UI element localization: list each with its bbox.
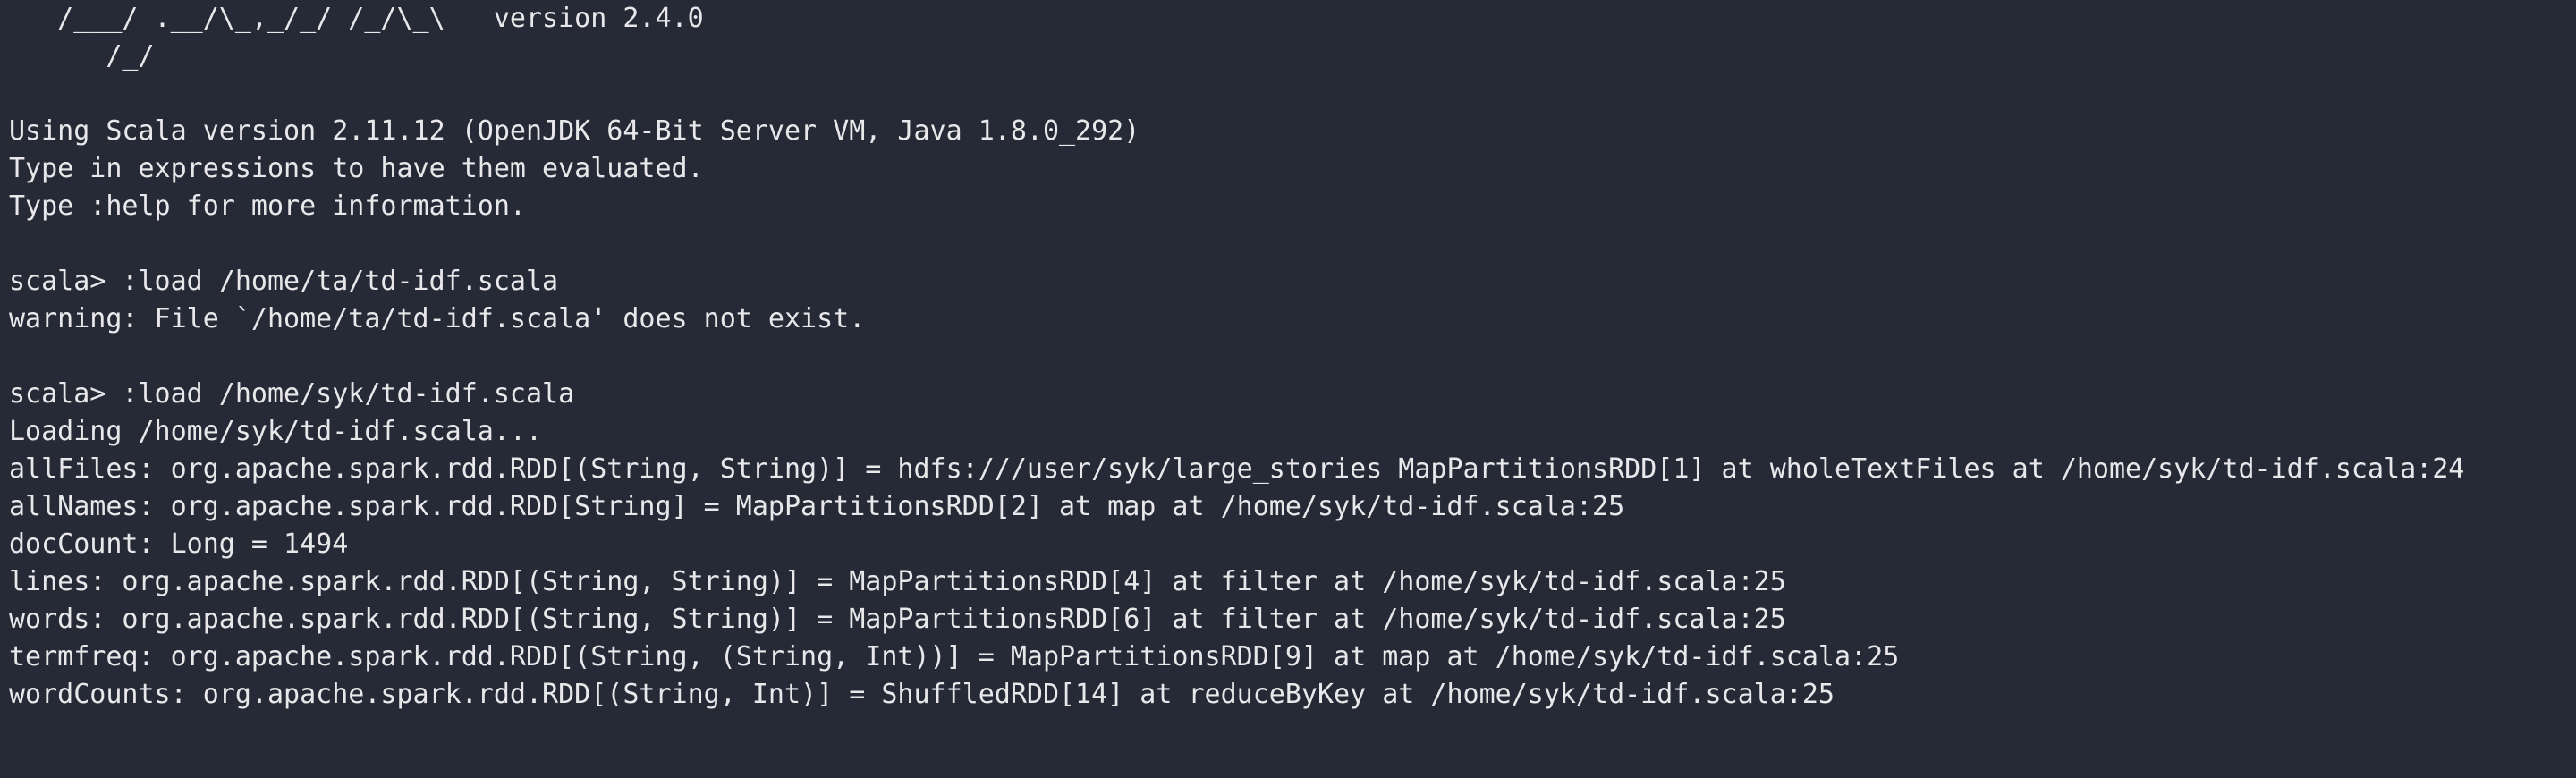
output-line: words: org.apache.spark.rdd.RDD[(String,…	[9, 604, 1786, 635]
warning-line: warning: File `/home/ta/td-idf.scala' do…	[9, 303, 866, 334]
spark-banner-line: /_/	[9, 40, 155, 72]
output-line: allNames: org.apache.spark.rdd.RDD[Strin…	[9, 491, 1625, 522]
command-line: scala> :load /home/syk/td-idf.scala	[9, 378, 575, 410]
scala-version-line: Using Scala version 2.11.12 (OpenJDK 64-…	[9, 115, 1140, 147]
output-line: Loading /home/syk/td-idf.scala...	[9, 416, 543, 447]
info-line: Type :help for more information.	[9, 190, 526, 222]
output-line: docCount: Long = 1494	[9, 529, 349, 560]
terminal-window[interactable]: /___/ .__/\_,_/_/ /_/\_\ version 2.4.0 /…	[0, 0, 2576, 778]
output-line: termfreq: org.apache.spark.rdd.RDD[(Stri…	[9, 641, 1900, 672]
output-line: allFiles: org.apache.spark.rdd.RDD[(Stri…	[9, 453, 2465, 485]
command-line: scala> :load /home/ta/td-idf.scala	[9, 266, 559, 297]
spark-banner-line: /___/ .__/\_,_/_/ /_/\_\ version 2.4.0	[9, 3, 704, 34]
output-line: lines: org.apache.spark.rdd.RDD[(String,…	[9, 566, 1786, 597]
prompt-input-line[interactable]	[9, 714, 2576, 751]
output-line: wordCounts: org.apache.spark.rdd.RDD[(St…	[9, 679, 1835, 710]
info-line: Type in expressions to have them evaluat…	[9, 153, 704, 184]
